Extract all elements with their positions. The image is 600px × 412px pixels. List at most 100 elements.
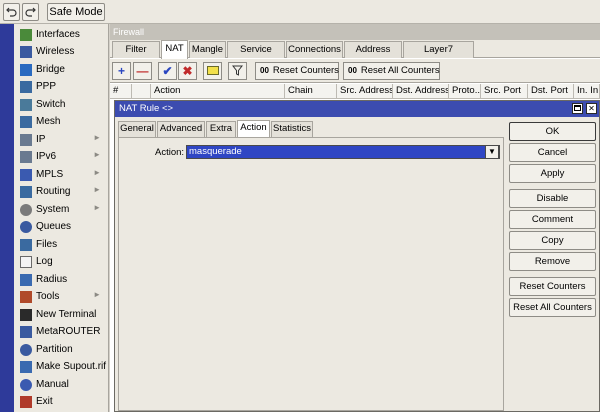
tab-mangle[interactable]: Mangle — [189, 41, 226, 58]
sidebar-item-routing[interactable]: Routing ► — [14, 183, 109, 200]
cancel-button[interactable]: Cancel — [509, 143, 596, 162]
sidebar-item-ipv6[interactable]: IPv6 ► — [14, 148, 109, 165]
tab-service-ports[interactable]: Service Ports — [227, 41, 285, 70]
reset-counters-button[interactable]: 00 Reset Counters — [255, 62, 339, 80]
sidebar-item-label: Routing — [36, 186, 71, 197]
column-header-protocol[interactable]: Proto... — [449, 84, 481, 99]
tab-address-lists[interactable]: Address Lists — [344, 41, 402, 70]
submenu-arrow-icon: ► — [93, 133, 101, 142]
safe-mode-button[interactable]: Safe Mode — [47, 3, 105, 21]
comment-button[interactable] — [203, 62, 222, 80]
action-select[interactable]: masquerade ▼ — [186, 145, 500, 159]
column-header-src-port[interactable]: Src. Port — [481, 84, 528, 99]
submenu-arrow-icon: ► — [93, 150, 101, 159]
close-icon: ✕ — [588, 104, 595, 113]
submenu-arrow-icon: ► — [93, 185, 101, 194]
log-icon — [20, 255, 32, 268]
dropdown-button[interactable]: ▼ — [485, 145, 499, 159]
close-button[interactable]: ✕ — [586, 103, 597, 114]
remove-button[interactable]: — — [133, 62, 152, 80]
sidebar-item-ip[interactable]: IP ► — [14, 131, 109, 148]
system-gear-icon — [20, 203, 32, 216]
undo-icon — [6, 7, 17, 17]
sidebar-item-exit[interactable]: Exit — [14, 393, 109, 410]
maximize-icon — [574, 105, 581, 111]
sidebar-item-label: Make Supout.rif — [36, 361, 107, 372]
sidebar-item-label: Files — [36, 239, 58, 250]
sidebar-item-log[interactable]: Log — [14, 253, 109, 270]
top-toolbar: Safe Mode — [0, 0, 600, 24]
counter-icon: 00 — [260, 66, 269, 75]
sidebar-item-metarouter[interactable]: MetaROUTER — [14, 323, 109, 340]
disable-button[interactable]: Disable — [509, 189, 596, 208]
column-header-in-interface[interactable]: In. In — [574, 84, 600, 99]
apply-button[interactable]: Apply — [509, 164, 596, 183]
submenu-arrow-icon: ► — [93, 168, 101, 177]
reset-counters-button[interactable]: Reset Counters — [509, 277, 596, 296]
disable-button[interactable]: ✖ — [178, 62, 197, 80]
sidebar-item-bridge[interactable]: Bridge — [14, 61, 109, 78]
tab-statistics[interactable]: Statistics — [271, 121, 313, 137]
comment-button[interactable]: Comment — [509, 210, 596, 229]
sidebar-menu: Interfaces Wireless Bridge PPP Switch Me… — [14, 24, 109, 412]
column-header-number[interactable]: # — [110, 84, 132, 99]
sidebar-item-interfaces[interactable]: Interfaces — [14, 26, 109, 43]
bridge-icon — [20, 63, 32, 76]
redo-button[interactable] — [22, 3, 39, 21]
maximize-button[interactable] — [572, 103, 583, 114]
sidebar-item-tools[interactable]: Tools ► — [14, 288, 109, 305]
sidebar-item-system[interactable]: System ► — [14, 201, 109, 218]
sidebar-item-label: Mesh — [36, 116, 61, 127]
sidebar-item-make-supout[interactable]: Make Supout.rif — [14, 358, 109, 375]
tab-action[interactable]: Action — [237, 120, 270, 138]
files-icon — [20, 238, 32, 251]
undo-button[interactable] — [3, 3, 20, 21]
sidebar-item-mesh[interactable]: Mesh — [14, 113, 109, 130]
sidebar-item-manual[interactable]: Manual — [14, 376, 109, 393]
sidebar-item-label: PPP — [36, 81, 57, 92]
sidebar-item-mpls[interactable]: MPLS ► — [14, 166, 109, 183]
add-button[interactable]: + — [112, 62, 131, 80]
routing-icon — [20, 185, 32, 198]
tab-connections[interactable]: Connections — [286, 41, 343, 58]
column-header-dst-address[interactable]: Dst. Address — [393, 84, 449, 99]
remove-button[interactable]: Remove — [509, 252, 596, 271]
column-header-action[interactable]: Action — [151, 84, 285, 99]
enable-button[interactable]: ✔ — [158, 62, 177, 80]
tab-layer7-protocols[interactable]: Layer7 Protocols — [403, 41, 474, 70]
tab-nat[interactable]: NAT — [161, 40, 188, 59]
tab-advanced[interactable]: Advanced — [157, 121, 205, 137]
reset-all-counters-button[interactable]: 00 Reset All Counters — [343, 62, 440, 80]
reset-all-counters-button[interactable]: Reset All Counters — [509, 298, 596, 317]
sidebar-item-files[interactable]: Files — [14, 236, 109, 253]
cross-icon: ✖ — [182, 64, 193, 78]
column-header-flags[interactable] — [132, 84, 151, 99]
firewall-toolbar: + — ✔ ✖ 00 Reset Counters 00 Reset All Cou… — [110, 59, 600, 83]
nat-rule-dialog: NAT Rule <> ✕ General Advanced Extra Act… — [114, 100, 600, 412]
copy-button[interactable]: Copy — [509, 231, 596, 250]
sidebar-item-partition[interactable]: Partition — [14, 341, 109, 358]
sidebar-item-label: Radius — [36, 274, 68, 285]
filter-button[interactable] — [228, 62, 247, 80]
column-header-src-address[interactable]: Src. Address — [337, 84, 393, 99]
mpls-icon — [20, 168, 32, 181]
ok-button[interactable]: OK — [509, 122, 596, 141]
tab-extra[interactable]: Extra — [206, 121, 236, 137]
sidebar-item-label: MetaROUTER — [36, 326, 101, 337]
tab-filter-rules[interactable]: Filter Rules — [112, 41, 160, 70]
sidebar-item-radius[interactable]: Radius — [14, 271, 109, 288]
action-value: masquerade — [189, 146, 242, 157]
sidebar-item-queues[interactable]: Queues — [14, 218, 109, 235]
sidebar-item-label: MPLS — [36, 169, 64, 180]
sidebar-item-label: Wireless — [36, 46, 75, 57]
column-header-chain[interactable]: Chain — [285, 84, 337, 99]
wireless-icon — [20, 45, 32, 58]
sidebar-item-ppp[interactable]: PPP — [14, 78, 109, 95]
sidebar-item-label: Bridge — [36, 64, 65, 75]
tab-general[interactable]: General — [118, 121, 156, 137]
column-header-dst-port[interactable]: Dst. Port — [528, 84, 574, 99]
sidebar-item-wireless[interactable]: Wireless — [14, 43, 109, 60]
sidebar-item-switch[interactable]: Switch — [14, 96, 109, 113]
sidebar-item-new-terminal[interactable]: New Terminal — [14, 306, 109, 323]
sidebar-item-label: Interfaces — [36, 29, 80, 40]
